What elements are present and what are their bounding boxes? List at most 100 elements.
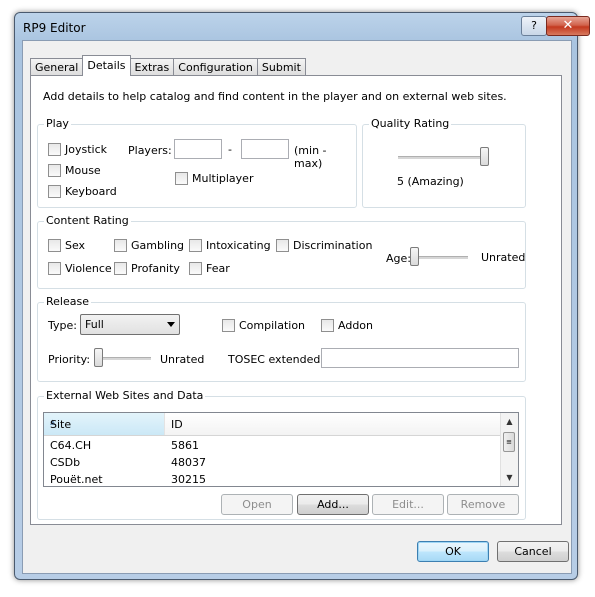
intro-text: Add details to help catalog and find con…: [43, 90, 507, 103]
mouse-checkbox[interactable]: Mouse: [48, 164, 101, 177]
checkbox-box: [189, 239, 202, 252]
players-dash: -: [228, 143, 232, 156]
sex-checkbox[interactable]: Sex: [48, 239, 85, 252]
edit-button[interactable]: Edit...: [372, 494, 444, 515]
intoxicating-label: Intoxicating: [206, 239, 271, 252]
table-row[interactable]: CSDb 48037: [44, 454, 500, 471]
type-label: Type:: [48, 319, 77, 332]
priority-slider[interactable]: [94, 348, 151, 368]
checkbox-box: [321, 319, 334, 332]
scroll-down-icon[interactable]: ▼: [501, 469, 518, 486]
discrimination-label: Discrimination: [293, 239, 373, 252]
slider-thumb[interactable]: [480, 147, 489, 166]
intoxicating-checkbox[interactable]: Intoxicating: [189, 239, 271, 252]
table-row[interactable]: C64.CH 5861: [44, 437, 500, 454]
checkbox-box: [189, 262, 202, 275]
scroll-up-icon[interactable]: ▲: [501, 413, 518, 430]
release-title: Release: [44, 295, 91, 308]
dialog-window: RP9 Editor ? ✕ General Details Extras Co…: [14, 12, 590, 580]
quality-rating-value: 5 (Amazing): [397, 175, 464, 188]
players-label: Players:: [128, 144, 172, 157]
discrimination-checkbox[interactable]: Discrimination: [276, 239, 372, 252]
quality-rating-title: Quality Rating: [369, 117, 452, 130]
quality-rating-group: Quality Rating 5 (Amazing): [362, 117, 526, 208]
table-row[interactable]: Pouët.net 30215: [44, 471, 500, 488]
checkbox-box: [175, 172, 188, 185]
scroll-thumb[interactable]: ≡: [503, 432, 515, 452]
cell-site: C64.CH: [50, 439, 92, 452]
checkbox-box: [114, 239, 127, 252]
type-select-value: Full: [85, 318, 104, 331]
release-group: Release Type: Full Compilation Addon Pri…: [37, 295, 526, 382]
priority-value: Unrated: [160, 353, 205, 366]
help-button[interactable]: ?: [521, 16, 547, 36]
cell-id: 48037: [171, 456, 206, 469]
list-header: ▲ Site ID: [44, 413, 500, 436]
content-rating-title: Content Rating: [44, 214, 131, 227]
age-value: Unrated: [481, 251, 526, 264]
remove-button[interactable]: Remove: [447, 494, 519, 515]
chevron-down-icon: [167, 322, 175, 327]
slider-track: [398, 156, 489, 159]
joystick-label: Joystick: [65, 143, 108, 156]
cell-id: 30215: [171, 473, 206, 486]
multiplayer-label: Multiplayer: [192, 172, 254, 185]
violence-label: Violence: [65, 262, 112, 275]
close-button[interactable]: ✕: [546, 16, 590, 36]
addon-checkbox[interactable]: Addon: [321, 319, 373, 332]
keyboard-checkbox[interactable]: Keyboard: [48, 185, 117, 198]
tab-extras[interactable]: Extras: [129, 58, 175, 76]
checkbox-box: [276, 239, 289, 252]
violence-checkbox[interactable]: Violence: [48, 262, 112, 275]
joystick-checkbox[interactable]: Joystick: [48, 143, 107, 156]
external-sites-list[interactable]: ▲ Site ID C64.CH 5861 CSDb 48037 Pouët.n…: [43, 412, 519, 487]
window-title: RP9 Editor: [23, 21, 86, 35]
tosec-label: TOSEC extended:: [228, 353, 325, 366]
add-button[interactable]: Add...: [297, 494, 369, 515]
tab-general[interactable]: General: [30, 58, 84, 76]
multiplayer-checkbox[interactable]: Multiplayer: [175, 172, 253, 185]
quality-rating-slider[interactable]: [398, 147, 489, 167]
open-button[interactable]: Open: [221, 494, 293, 515]
checkbox-box: [48, 262, 61, 275]
tab-details[interactable]: Details: [82, 55, 131, 76]
players-range-hint: (min - max): [294, 144, 327, 170]
column-header-site[interactable]: ▲ Site: [44, 413, 165, 435]
play-group: Play Joystick Mouse Keyboard Players: - …: [37, 117, 357, 208]
tab-configuration[interactable]: Configuration: [173, 58, 258, 76]
cell-site: CSDb: [50, 456, 81, 469]
checkbox-box: [48, 143, 61, 156]
gambling-label: Gambling: [131, 239, 185, 252]
checkbox-box: [48, 185, 61, 198]
players-max-input[interactable]: [241, 139, 289, 159]
tosec-input[interactable]: [321, 348, 519, 368]
age-label: Age:: [386, 252, 411, 265]
tab-submit[interactable]: Submit: [256, 58, 306, 76]
list-scrollbar[interactable]: ▲ ≡ ▼: [500, 413, 518, 486]
content-rating-group: Content Rating Sex Gambling Intoxicating…: [37, 214, 526, 289]
cell-id: 5861: [171, 439, 199, 452]
column-header-id[interactable]: ID: [165, 413, 500, 435]
checkbox-box: [48, 164, 61, 177]
dialog-client: General Details Extras Configuration Sub…: [22, 40, 572, 574]
gambling-checkbox[interactable]: Gambling: [114, 239, 184, 252]
fear-checkbox[interactable]: Fear: [189, 262, 230, 275]
keyboard-label: Keyboard: [65, 185, 117, 198]
type-select[interactable]: Full: [80, 314, 180, 335]
cancel-button[interactable]: Cancel: [497, 541, 569, 562]
details-panel: Add details to help catalog and find con…: [30, 75, 562, 525]
column-header-id-label: ID: [171, 418, 183, 431]
mouse-label: Mouse: [65, 164, 101, 177]
tab-strip: General Details Extras Configuration Sub…: [30, 55, 306, 76]
ok-button[interactable]: OK: [417, 541, 489, 562]
profanity-checkbox[interactable]: Profanity: [114, 262, 180, 275]
slider-thumb[interactable]: [94, 348, 103, 367]
sex-label: Sex: [65, 239, 86, 252]
players-min-input[interactable]: [174, 139, 222, 159]
fear-label: Fear: [206, 262, 230, 275]
checkbox-box: [114, 262, 127, 275]
age-slider[interactable]: [410, 247, 468, 267]
slider-thumb[interactable]: [410, 247, 419, 266]
compilation-checkbox[interactable]: Compilation: [222, 319, 305, 332]
checkbox-box: [222, 319, 235, 332]
